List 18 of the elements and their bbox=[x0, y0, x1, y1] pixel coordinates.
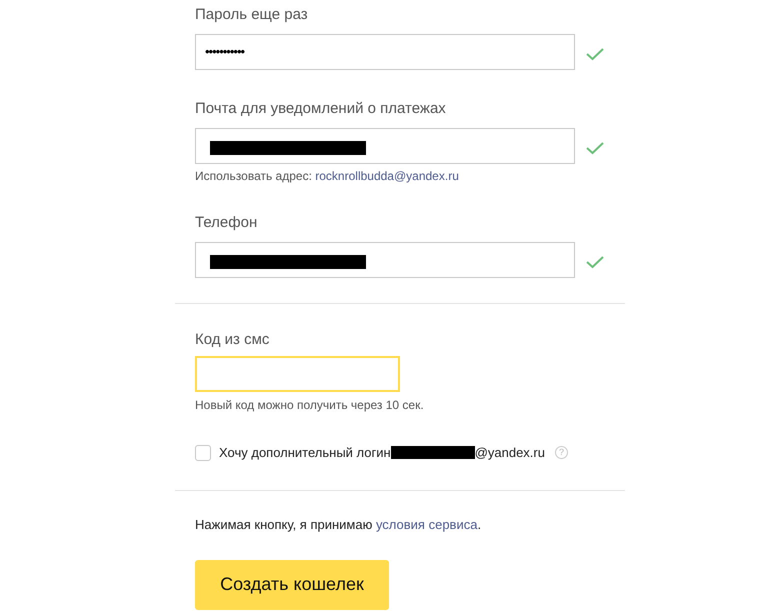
hint-text: Использовать адрес: bbox=[195, 169, 313, 183]
create-wallet-button[interactable]: Создать кошелек bbox=[195, 560, 389, 610]
input-field[interactable] bbox=[195, 128, 575, 164]
email-link[interactable]: rocknrollbudda@yandex.ru bbox=[315, 169, 459, 183]
terms-link[interactable]: условия сервиса bbox=[376, 516, 478, 532]
field-label: Код из смс bbox=[195, 330, 270, 350]
checkbox-label: Хочу дополнительный логин bbox=[219, 444, 391, 462]
sms-code-field[interactable] bbox=[195, 356, 400, 392]
terms-text: Нажимая кнопку, я принимаю условия сервиса. bbox=[195, 516, 482, 534]
field-label: Почта для уведомлений о платежах bbox=[195, 99, 447, 119]
input-field[interactable] bbox=[195, 242, 575, 278]
login-domain: @yandex.ru bbox=[474, 444, 545, 462]
hint-text: Новый код можно получить через 10 сек. bbox=[195, 398, 425, 413]
password-value: ••••••••••• bbox=[205, 43, 244, 62]
checkbox[interactable] bbox=[195, 444, 211, 461]
field-label: Телефон bbox=[195, 213, 258, 233]
input-field[interactable]: ••••••••••• bbox=[195, 34, 575, 70]
field-label: Пароль еще раз bbox=[195, 5, 309, 25]
